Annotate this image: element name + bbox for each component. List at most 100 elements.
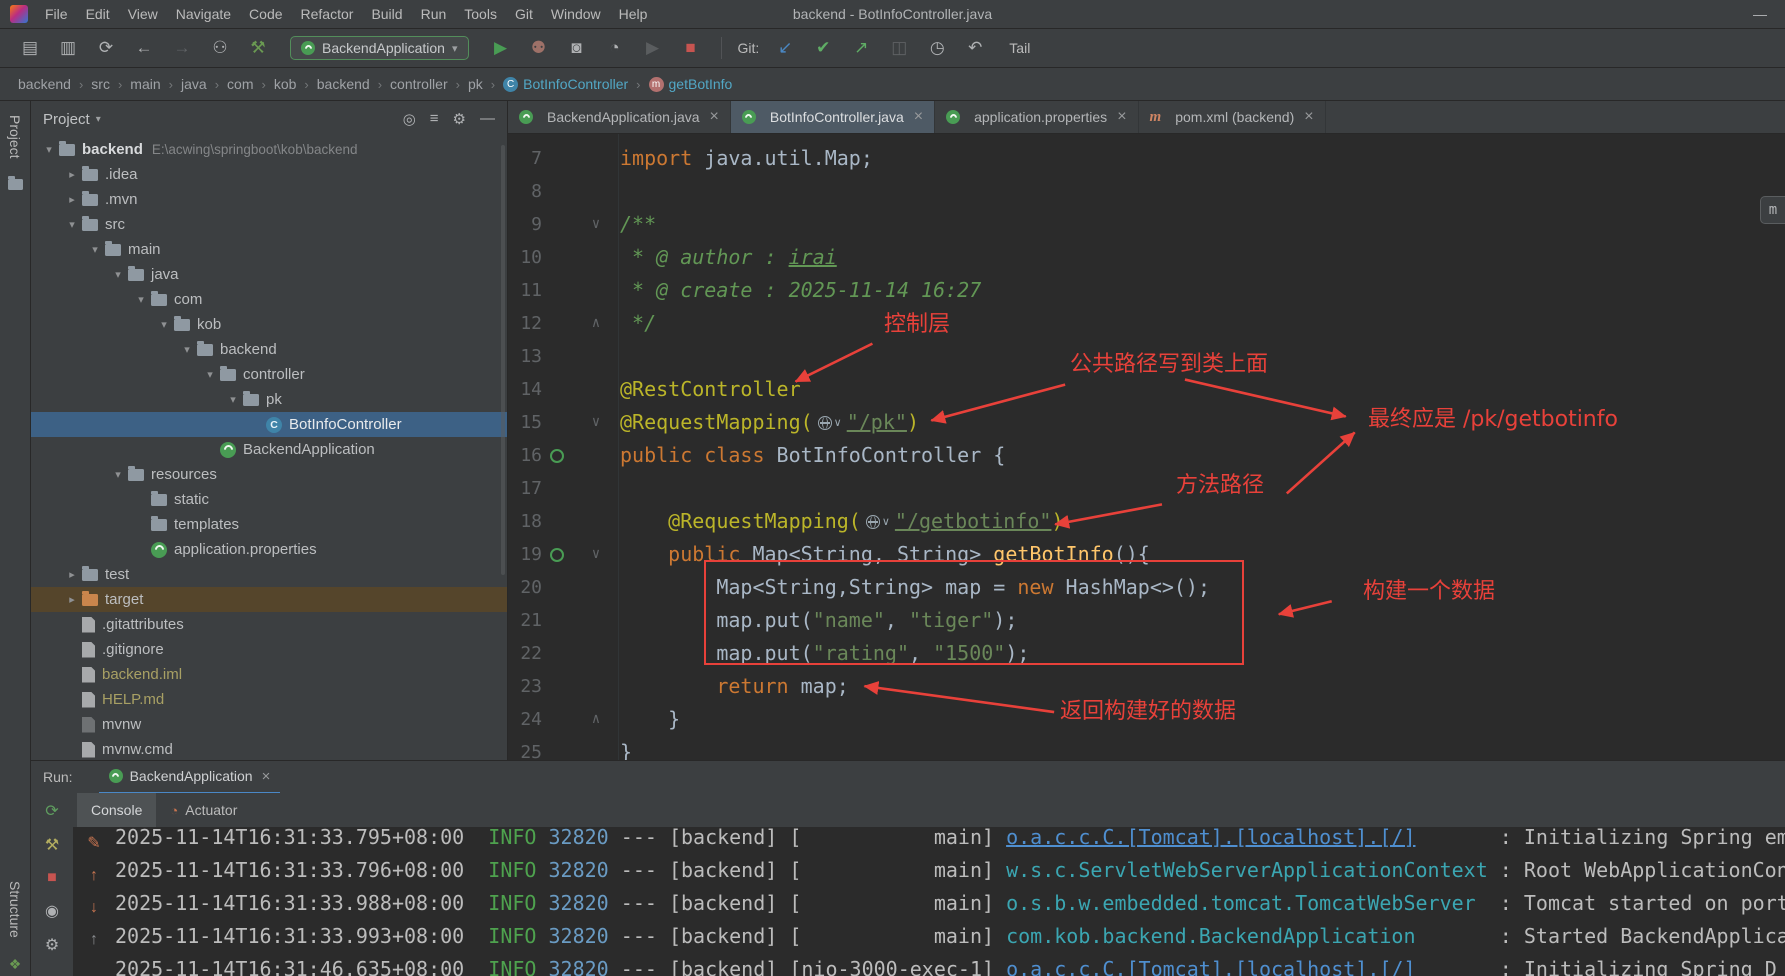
menu-run[interactable]: Run: [412, 6, 456, 22]
settings-gear-icon[interactable]: ⚙: [45, 935, 59, 955]
code-line-23[interactable]: 23 return map;: [508, 670, 1785, 703]
log-logger[interactable]: o.a.c.c.C.[Tomcat].[localhost].[/]: [1006, 827, 1415, 849]
run-view-tab-console[interactable]: Console: [77, 793, 156, 827]
fold-icon[interactable]: ∧: [572, 703, 620, 736]
code-line-21[interactable]: 21 map.put("name", "tiger");: [508, 604, 1785, 637]
build-hammer-icon[interactable]: ⚒: [246, 38, 270, 58]
breadcrumb-item-controller[interactable]: controller: [390, 76, 448, 92]
down-arrow-icon[interactable]: ↓: [90, 899, 98, 917]
fold-icon[interactable]: ∧: [572, 307, 620, 340]
project-view-selector[interactable]: Project: [43, 111, 90, 128]
tree-item-botinfocontroller[interactable]: CBotInfoController: [31, 412, 507, 437]
tree-item-resources[interactable]: ▾resources: [31, 462, 507, 487]
edit-pencil-icon[interactable]: ✎: [87, 833, 100, 853]
tree-item-backend[interactable]: ▾backend: [31, 337, 507, 362]
code-line-12[interactable]: 12∧ */: [508, 307, 1785, 340]
tree-item-application-properties[interactable]: application.properties: [31, 537, 507, 562]
fold-icon[interactable]: ∨: [572, 538, 620, 571]
menu-edit[interactable]: Edit: [77, 6, 119, 22]
menu-code[interactable]: Code: [240, 6, 291, 22]
breadcrumb-item-backend[interactable]: backend: [317, 76, 370, 92]
profile-user-icon[interactable]: ⚇: [208, 38, 232, 58]
tree-item-backend-iml[interactable]: backend.iml: [31, 662, 507, 687]
tree-item-test[interactable]: ▸test: [31, 562, 507, 587]
close-icon[interactable]: ×: [914, 108, 923, 126]
code-line-11[interactable]: 11 * @ create : 2025-11-14 16:27: [508, 274, 1785, 307]
tree-item-target[interactable]: ▸target: [31, 587, 507, 612]
breadcrumb-item-src[interactable]: src: [91, 76, 110, 92]
close-icon[interactable]: ×: [1304, 108, 1313, 126]
sync-icon[interactable]: ⟳: [94, 38, 118, 58]
tree-item-kob[interactable]: ▾kob: [31, 312, 507, 337]
project-stripe-tab[interactable]: Project: [7, 107, 23, 167]
prev-occurrence-icon[interactable]: ↑: [90, 931, 98, 949]
menu-window[interactable]: Window: [542, 6, 610, 22]
forward-icon[interactable]: →: [170, 38, 194, 58]
tree-item-java[interactable]: ▾java: [31, 262, 507, 287]
breadcrumb-item-com[interactable]: com: [227, 76, 253, 92]
structure-stripe-tab[interactable]: Structure: [7, 873, 23, 946]
menu-tools[interactable]: Tools: [455, 6, 506, 22]
code-line-13[interactable]: 13: [508, 340, 1785, 373]
editor-tab-application-properties[interactable]: application.properties×: [935, 101, 1138, 133]
request-method-icon[interactable]: ∨: [866, 506, 890, 539]
menu-build[interactable]: Build: [362, 6, 411, 22]
run-icon[interactable]: ▶: [489, 38, 513, 58]
editor-widget[interactable]: m: [1760, 196, 1785, 224]
breadcrumb-item-botinfocontroller[interactable]: CBotInfoController: [503, 76, 628, 92]
folder-icon[interactable]: [8, 179, 23, 190]
rerun-icon[interactable]: ⟳: [45, 801, 58, 821]
editor-tab-backendapplication-java[interactable]: BackendApplication.java×: [508, 101, 731, 133]
tree-item-static[interactable]: static: [31, 487, 507, 512]
up-arrow-icon[interactable]: ↑: [90, 867, 98, 885]
editor-tab-botinfocontroller-java[interactable]: BotInfoController.java×: [731, 101, 935, 133]
request-method-icon[interactable]: ∨: [818, 407, 842, 440]
close-icon[interactable]: ×: [262, 768, 271, 785]
tree-item-backendapplication[interactable]: BackendApplication: [31, 437, 507, 462]
tree-item-com[interactable]: ▾com: [31, 287, 507, 312]
code-line-25[interactable]: 25}: [508, 736, 1785, 760]
breadcrumb-item-java[interactable]: java: [181, 76, 207, 92]
code-line-24[interactable]: 24∧ }: [508, 703, 1785, 736]
code-line-16[interactable]: 16public class BotInfoController {: [508, 439, 1785, 472]
code-editor[interactable]: 7import java.util.Map;89∨/**10 * @ autho…: [508, 134, 1785, 760]
profiler-icon[interactable]: ◔: [603, 38, 627, 58]
tree-item-pk[interactable]: ▾pk: [31, 387, 507, 412]
code-line-14[interactable]: 14@RestController: [508, 373, 1785, 406]
breadcrumb-item-backend[interactable]: backend: [18, 76, 71, 92]
menu-navigate[interactable]: Navigate: [167, 6, 240, 22]
code-line-22[interactable]: 22 map.put("rating", "1500");: [508, 637, 1785, 670]
tree-item-gitignore[interactable]: .gitignore: [31, 637, 507, 662]
code-line-15[interactable]: 15∨@RequestMapping(∨"/pk"): [508, 406, 1785, 439]
fold-icon[interactable]: ∨: [572, 208, 620, 241]
code-line-7[interactable]: 7import java.util.Map;: [508, 142, 1785, 175]
history-icon[interactable]: ◷: [925, 38, 949, 58]
app-logo-icon[interactable]: [10, 5, 28, 23]
code-line-19[interactable]: 19∨ public Map<String, String> getBotInf…: [508, 538, 1785, 571]
build-wrench-icon[interactable]: ⚒: [45, 835, 59, 855]
settings-gear-icon[interactable]: ⚙: [453, 110, 466, 128]
menu-view[interactable]: View: [119, 6, 167, 22]
tree-item-main[interactable]: ▾main: [31, 237, 507, 262]
save-all-icon[interactable]: ▥: [56, 38, 80, 58]
menu-file[interactable]: File: [36, 6, 77, 22]
git-diff-icon[interactable]: ◫: [887, 38, 911, 58]
close-icon[interactable]: ×: [710, 108, 719, 126]
tree-item-backend[interactable]: ▾backendE:\acwing\springboot\kob\backend: [31, 137, 507, 162]
rollback-icon[interactable]: ↶: [963, 38, 987, 58]
tree-item-idea[interactable]: ▸.idea: [31, 162, 507, 187]
fold-icon[interactable]: ∨: [572, 406, 620, 439]
debug-bug-icon[interactable]: ⚉: [527, 38, 551, 58]
plugin-icon[interactable]: ❖: [9, 956, 22, 973]
open-project-icon[interactable]: ▤: [18, 38, 42, 58]
run-tab-backendapplication[interactable]: BackendApplication ×: [99, 760, 281, 794]
minimize-button[interactable]: —: [1745, 6, 1775, 22]
breadcrumb-item-main[interactable]: main: [130, 76, 160, 92]
console-output[interactable]: 2025-11-14T16:31:33.795+08:00 INFO 32820…: [115, 827, 1785, 976]
tree-item-gitattributes[interactable]: .gitattributes: [31, 612, 507, 637]
code-line-9[interactable]: 9∨/**: [508, 208, 1785, 241]
tree-item-mvnw[interactable]: mvnw: [31, 712, 507, 737]
code-line-17[interactable]: 17: [508, 472, 1785, 505]
run-view-tab-actuator[interactable]: ◔Actuator: [156, 793, 251, 827]
tree-item-templates[interactable]: templates: [31, 512, 507, 537]
